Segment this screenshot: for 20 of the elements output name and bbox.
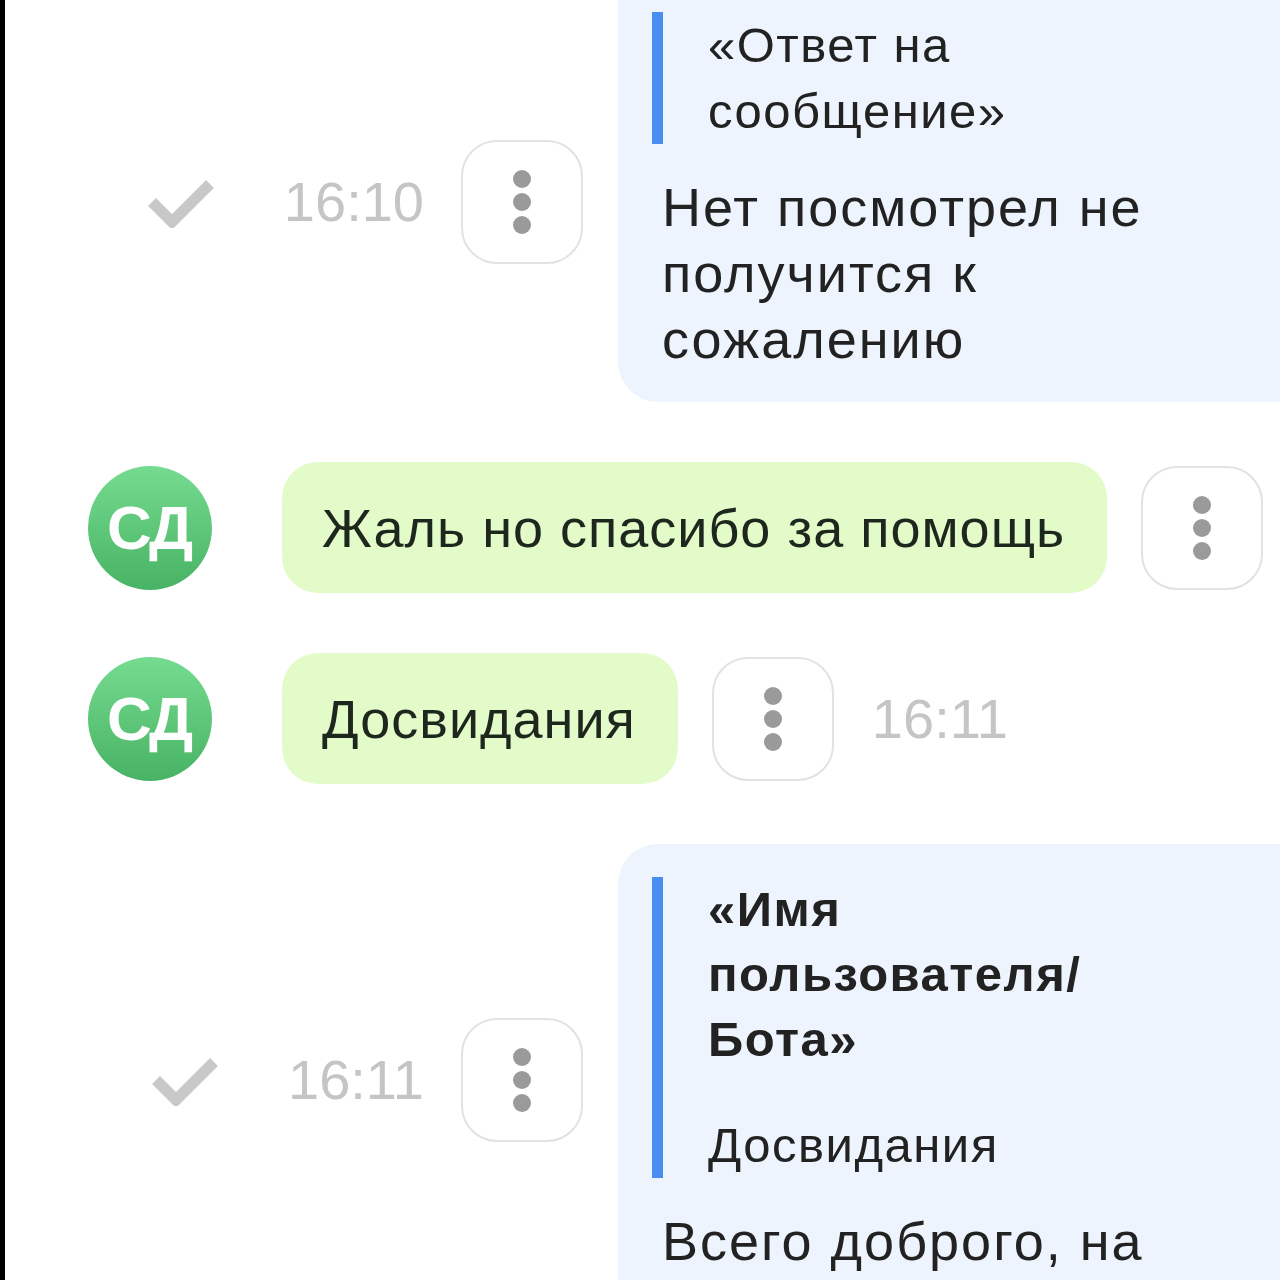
message-text: Жаль но спасибо за помощь [322, 496, 1066, 560]
message-text: Нет посмотрел не получится к сожалению [661, 176, 1144, 371]
quote-text: «Ответ на сообщение» [708, 17, 1008, 140]
vertical-dots-icon [763, 686, 782, 751]
more-button[interactable] [461, 140, 583, 264]
message-text: Досвидания [322, 687, 636, 751]
message-text: Всего доброго, на [661, 1210, 1145, 1273]
more-button[interactable] [711, 656, 834, 781]
quote-text: Досвидания [708, 1117, 1000, 1174]
quote-author: «Имя пользователя/Бота» [708, 881, 1083, 1068]
vertical-dots-icon [1193, 495, 1212, 560]
vertical-dots-icon [513, 170, 531, 234]
vertical-dots-icon [513, 1048, 531, 1112]
avatar: СД [88, 656, 212, 781]
avatar: СД [88, 465, 212, 590]
message-time: 16:10 [283, 170, 424, 234]
message-time: 16:11 [871, 686, 1008, 751]
more-button[interactable] [1141, 465, 1264, 590]
more-button[interactable] [461, 1018, 583, 1142]
message-time: 16:11 [288, 1048, 424, 1112]
